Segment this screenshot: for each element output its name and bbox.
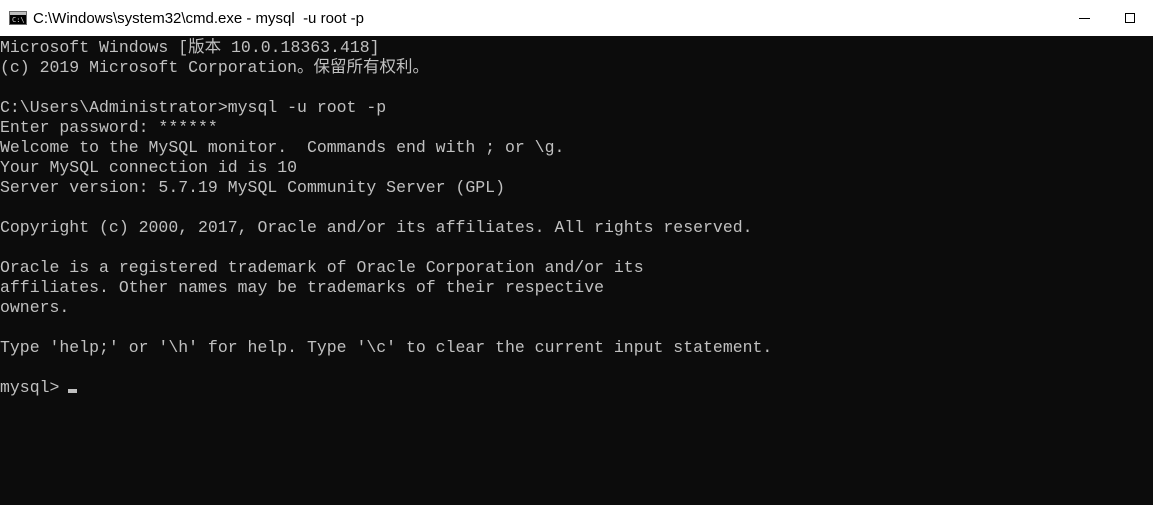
text-cursor bbox=[68, 389, 78, 393]
console-line: Microsoft Windows [版本 10.0.18363.418] bbox=[0, 38, 380, 57]
console-line bbox=[0, 78, 1153, 98]
maximize-icon bbox=[1125, 13, 1135, 23]
console-line bbox=[0, 358, 1153, 378]
console-output[interactable]: Microsoft Windows [版本 10.0.18363.418] (c… bbox=[0, 36, 1153, 505]
console-line: Your MySQL connection id is 10 bbox=[0, 158, 298, 177]
window-controls bbox=[1061, 0, 1153, 36]
console-line: Welcome to the MySQL monitor. Commands e… bbox=[0, 138, 565, 157]
console-line: Enter password: ****** bbox=[0, 118, 218, 137]
console-line bbox=[0, 318, 1153, 338]
minimize-icon bbox=[1078, 17, 1090, 19]
console-line bbox=[0, 198, 1153, 218]
console-line: Server version: 5.7.19 MySQL Community S… bbox=[0, 178, 505, 197]
console-line: Oracle is a registered trademark of Orac… bbox=[0, 258, 644, 277]
cmd-icon[interactable]: C:\ bbox=[9, 11, 27, 25]
minimize-button[interactable] bbox=[1061, 0, 1107, 36]
prompt-line[interactable]: mysql> bbox=[0, 378, 1153, 398]
cmd-window: C:\ C:\Windows\system32\cmd.exe - mysql … bbox=[0, 0, 1153, 505]
console-line bbox=[0, 238, 1153, 258]
console-line: C:\Users\Administrator>mysql -u root -p bbox=[0, 98, 387, 117]
console-line: (c) 2019 Microsoft Corporation。保留所有权利。 bbox=[0, 58, 430, 77]
console-line: owners. bbox=[0, 298, 70, 317]
console-line: affiliates. Other names may be trademark… bbox=[0, 278, 604, 297]
cmd-icon-text: C:\ bbox=[12, 16, 25, 24]
title-bar[interactable]: C:\ C:\Windows\system32\cmd.exe - mysql … bbox=[0, 0, 1153, 36]
console-line: Type 'help;' or '\h' for help. Type '\c'… bbox=[0, 338, 773, 357]
mysql-prompt: mysql> bbox=[0, 378, 60, 397]
console-line: Copyright (c) 2000, 2017, Oracle and/or … bbox=[0, 218, 753, 237]
window-title: C:\Windows\system32\cmd.exe - mysql -u r… bbox=[33, 9, 364, 27]
maximize-button[interactable] bbox=[1107, 0, 1153, 36]
